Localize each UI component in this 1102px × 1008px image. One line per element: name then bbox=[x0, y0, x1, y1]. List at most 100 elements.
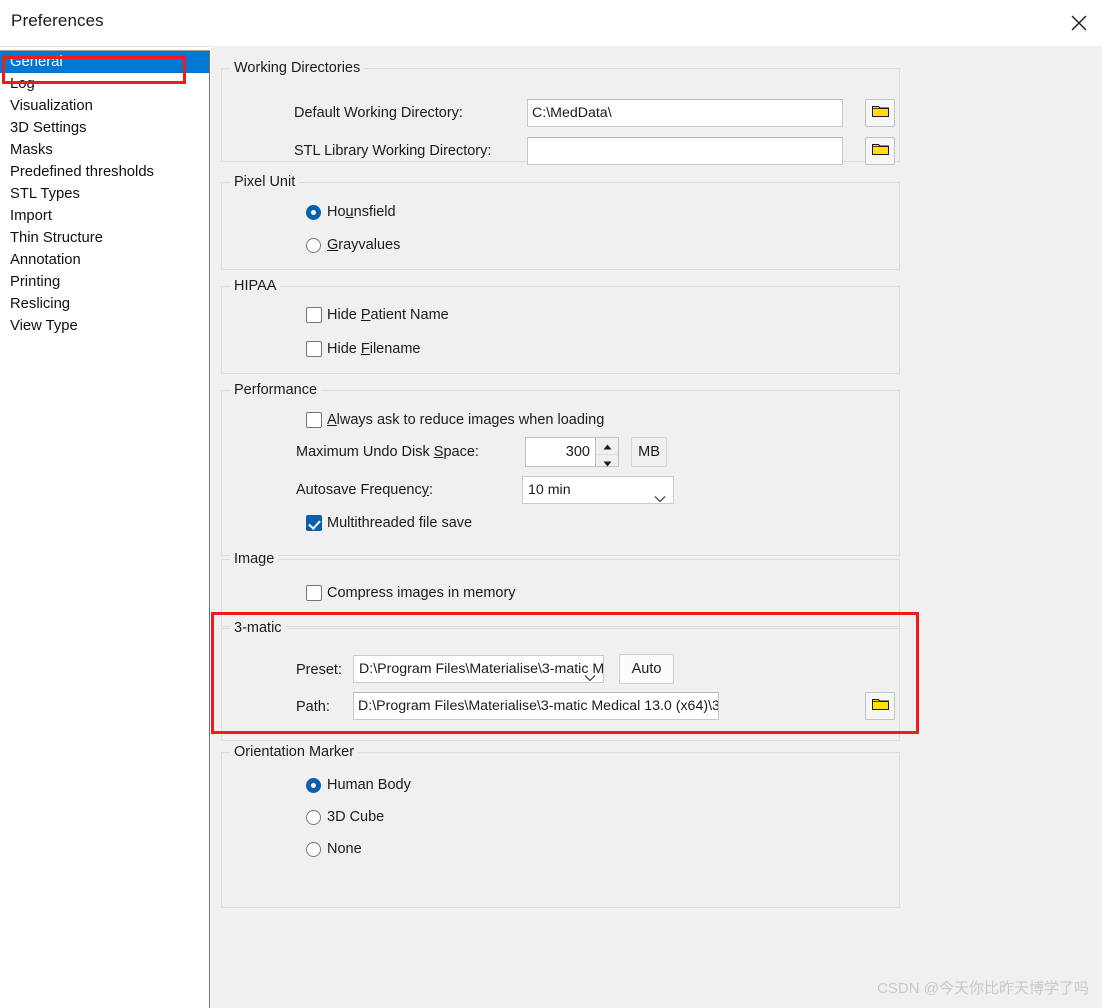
sidebar-item-label: Masks bbox=[10, 142, 53, 158]
sidebar-item-printing[interactable]: Printing bbox=[0, 271, 209, 293]
preset-label: Preset: bbox=[296, 662, 342, 678]
category-list[interactable]: General Log Visualization 3D Settings Ma… bbox=[0, 50, 210, 1008]
checkbox-always-ask-reduce-images[interactable]: Always ask to reduce images when loading bbox=[306, 412, 604, 428]
sidebar-item-predefined-thresholds[interactable]: Predefined thresholds bbox=[0, 161, 209, 183]
radio-human-body[interactable]: Human Body bbox=[306, 777, 411, 793]
sidebar-item-label: Annotation bbox=[10, 252, 81, 268]
radio-indicator bbox=[306, 204, 321, 220]
sidebar-item-stl-types[interactable]: STL Types bbox=[0, 183, 209, 205]
radio-indicator bbox=[306, 237, 321, 253]
checkbox-indicator bbox=[306, 412, 322, 428]
stl-library-working-directory-label: STL Library Working Directory: bbox=[294, 143, 492, 159]
sidebar-item-label: STL Types bbox=[10, 186, 80, 202]
sidebar-item-import[interactable]: Import bbox=[0, 205, 209, 227]
checkbox-indicator bbox=[306, 585, 322, 601]
preset-value: D:\Program Files\Materialise\3-matic Med… bbox=[359, 661, 604, 677]
auto-button[interactable]: Auto bbox=[619, 654, 674, 684]
stepper-up-button[interactable] bbox=[596, 438, 618, 455]
working-directories-group: Working Directories Default Working Dire… bbox=[221, 60, 900, 165]
stl-library-working-directory-input[interactable] bbox=[527, 137, 843, 165]
checkbox-multithreaded-file-save[interactable]: Multithreaded file save bbox=[306, 515, 472, 531]
default-working-directory-label: Default Working Directory: bbox=[294, 105, 463, 121]
maximum-undo-disk-space-label: Maximum Undo Disk Space: bbox=[296, 444, 479, 460]
checkbox-hide-filename-label: Hide Filename bbox=[327, 341, 421, 357]
three-matic-group: 3-matic Preset: D:\Program Files\Materia… bbox=[221, 620, 900, 741]
pixel-unit-legend: Pixel Unit bbox=[230, 174, 300, 190]
checkbox-indicator bbox=[306, 341, 322, 357]
sidebar-item-annotation[interactable]: Annotation bbox=[0, 249, 209, 271]
sidebar-item-thin-structure[interactable]: Thin Structure bbox=[0, 227, 209, 249]
image-group: Image Compress images in memory bbox=[221, 551, 900, 627]
radio-indicator bbox=[306, 777, 321, 793]
stepper-buttons[interactable] bbox=[595, 438, 618, 467]
path-label: Path: bbox=[296, 699, 330, 715]
radio-indicator bbox=[306, 841, 321, 857]
chevron-down-icon bbox=[584, 665, 596, 682]
default-working-directory-input[interactable]: C:\MedData\ bbox=[527, 99, 843, 127]
preset-dropdown[interactable]: D:\Program Files\Materialise\3-matic Med… bbox=[353, 655, 604, 683]
radio-hounsfield-label: Hounsfield bbox=[327, 204, 396, 220]
checkbox-compress-images-in-memory[interactable]: Compress images in memory bbox=[306, 585, 516, 601]
performance-group: Performance Always ask to reduce images … bbox=[221, 382, 900, 556]
image-legend: Image bbox=[230, 551, 279, 567]
checkbox-always-ask-reduce-images-label: Always ask to reduce images when loading bbox=[327, 412, 605, 428]
default-working-directory-browse-button[interactable] bbox=[865, 99, 895, 127]
close-icon bbox=[1070, 14, 1088, 32]
pixel-unit-group: Pixel Unit Hounsfield Grayvalues bbox=[221, 174, 900, 270]
checkbox-hide-filename[interactable]: Hide Filename bbox=[306, 341, 421, 357]
sidebar-item-label: View Type bbox=[10, 318, 78, 334]
orientation-marker-legend: Orientation Marker bbox=[230, 744, 359, 760]
autosave-frequency-value: 10 min bbox=[528, 482, 571, 498]
sidebar-item-label: Visualization bbox=[10, 98, 93, 114]
radio-3d-cube-label: 3D Cube bbox=[327, 809, 385, 825]
performance-legend: Performance bbox=[230, 382, 322, 398]
orientation-marker-group: Orientation Marker Human Body 3D Cube No… bbox=[221, 744, 900, 908]
sidebar-item-label: Printing bbox=[10, 274, 61, 290]
sidebar-item-masks[interactable]: Masks bbox=[0, 139, 209, 161]
radio-human-body-label: Human Body bbox=[327, 777, 411, 793]
stl-library-working-directory-browse-button[interactable] bbox=[865, 137, 895, 165]
sidebar-item-reslicing[interactable]: Reslicing bbox=[0, 293, 209, 315]
maximum-undo-disk-space-stepper[interactable]: 300 bbox=[525, 437, 619, 467]
watermark-text: CSDN @今天你比昨天博学了吗 bbox=[877, 980, 1089, 997]
autosave-frequency-dropdown[interactable]: 10 min bbox=[522, 476, 674, 504]
checkbox-multithreaded-file-save-label: Multithreaded file save bbox=[327, 515, 473, 531]
sidebar-item-visualization[interactable]: Visualization bbox=[0, 95, 209, 117]
stepper-down-button[interactable] bbox=[596, 455, 618, 471]
folder-icon bbox=[871, 142, 889, 160]
maximum-undo-disk-space-unit: MB bbox=[631, 437, 667, 467]
working-directories-legend: Working Directories bbox=[230, 60, 365, 76]
sidebar-item-label: Predefined thresholds bbox=[10, 164, 154, 180]
autosave-frequency-label: Autosave Frequency: bbox=[296, 482, 434, 498]
checkbox-indicator bbox=[306, 307, 322, 323]
chevron-down-icon bbox=[654, 486, 666, 503]
checkbox-hide-patient-name-label: Hide Patient Name bbox=[327, 307, 449, 323]
sidebar-item-general[interactable]: General bbox=[0, 51, 209, 73]
radio-3d-cube[interactable]: 3D Cube bbox=[306, 809, 384, 825]
sidebar-item-view-type[interactable]: View Type bbox=[0, 315, 209, 337]
radio-grayvalues-label: Grayvalues bbox=[327, 237, 401, 253]
hipaa-legend: HIPAA bbox=[230, 278, 281, 294]
sidebar-item-3d-settings[interactable]: 3D Settings bbox=[0, 117, 209, 139]
checkbox-hide-patient-name[interactable]: Hide Patient Name bbox=[306, 307, 449, 323]
sidebar-item-label: 3D Settings bbox=[10, 120, 87, 136]
chevron-up-icon bbox=[603, 438, 612, 454]
chevron-down-icon bbox=[603, 455, 612, 471]
folder-icon bbox=[871, 697, 889, 715]
radio-grayvalues[interactable]: Grayvalues bbox=[306, 237, 400, 253]
sidebar-item-label: Thin Structure bbox=[10, 230, 103, 246]
path-input[interactable]: D:\Program Files\Materialise\3-matic Med… bbox=[353, 692, 719, 720]
sidebar-item-label: General bbox=[10, 54, 63, 70]
radio-none-label: None bbox=[327, 841, 362, 857]
radio-none[interactable]: None bbox=[306, 841, 362, 857]
sidebar-item-label: Log bbox=[10, 76, 35, 92]
checkbox-compress-images-in-memory-label: Compress images in memory bbox=[327, 585, 516, 601]
folder-icon bbox=[871, 104, 889, 122]
sidebar-item-log[interactable]: Log bbox=[0, 73, 209, 95]
path-browse-button[interactable] bbox=[865, 692, 895, 720]
radio-indicator bbox=[306, 809, 321, 825]
radio-hounsfield[interactable]: Hounsfield bbox=[306, 204, 396, 220]
maximum-undo-disk-space-value[interactable]: 300 bbox=[526, 438, 595, 466]
three-matic-legend: 3-matic bbox=[230, 620, 286, 636]
close-button[interactable] bbox=[1056, 0, 1102, 45]
